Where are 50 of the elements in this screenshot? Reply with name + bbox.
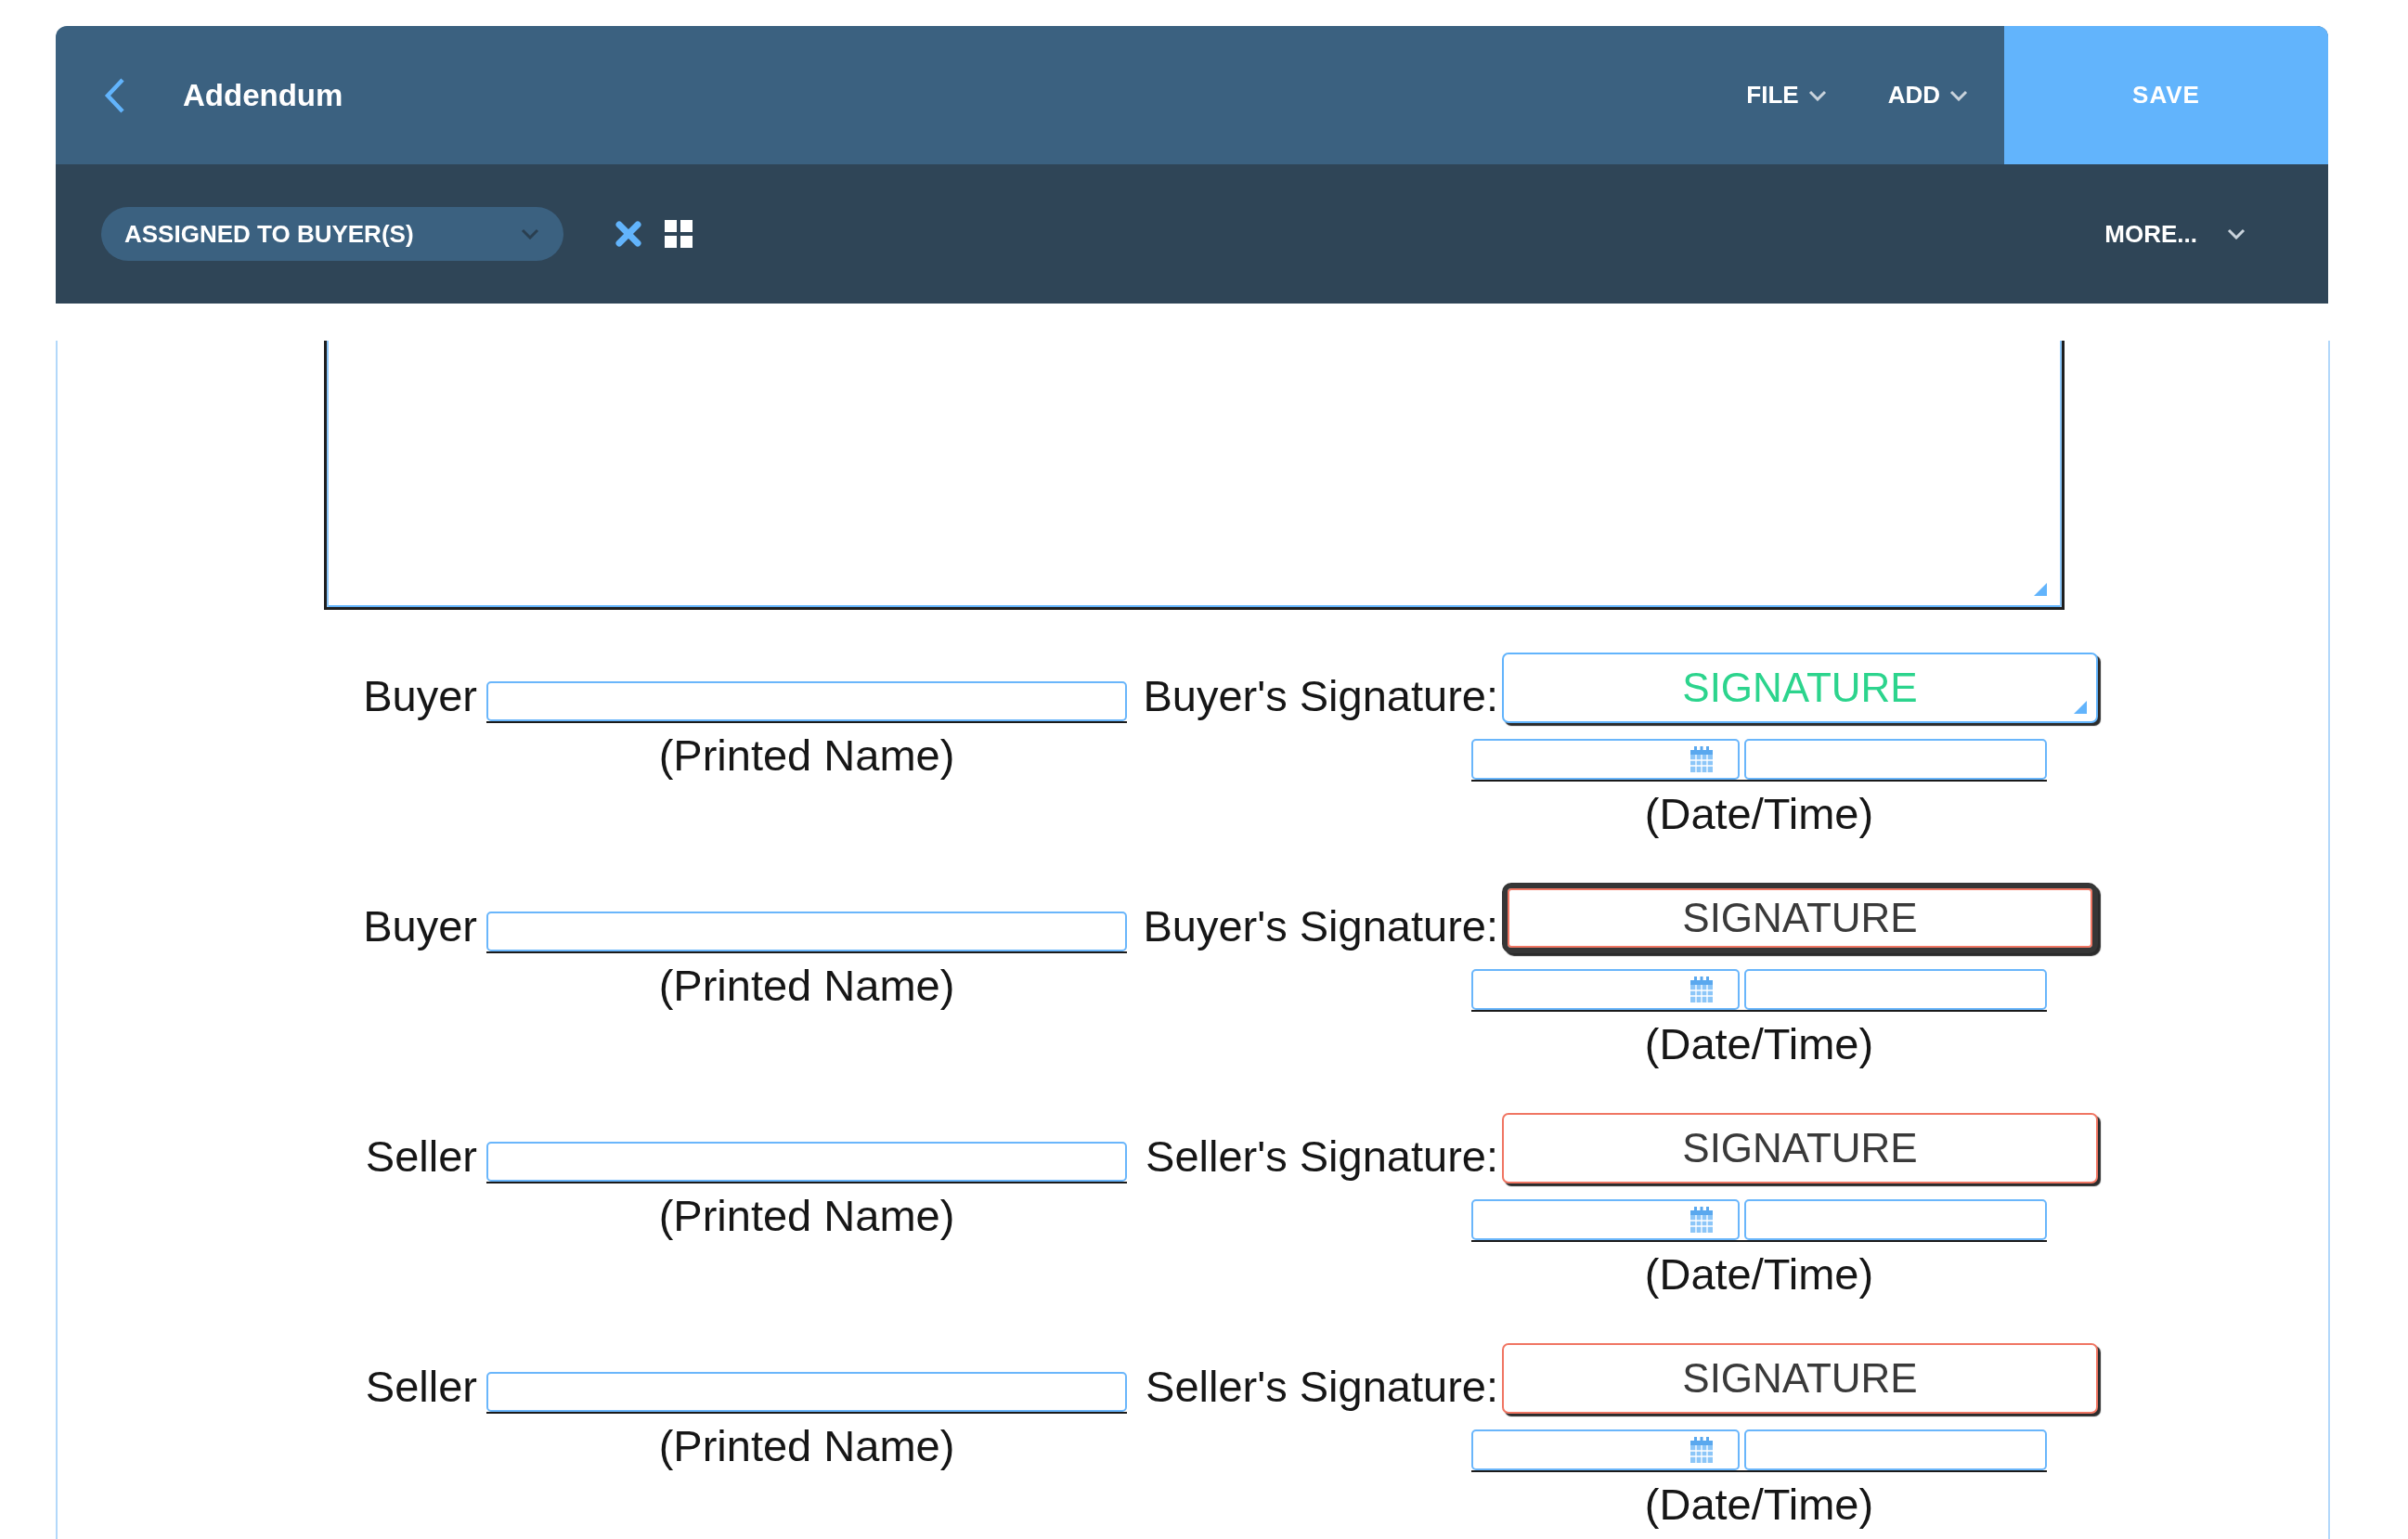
more-menu-button[interactable]: MORE...: [2104, 219, 2246, 249]
signature-label: Seller's Signature:: [1146, 1132, 1498, 1182]
date-time-caption: (Date/Time): [1644, 1249, 1874, 1300]
time-field[interactable]: [1744, 739, 2047, 780]
chevron-down-icon: [2227, 228, 2246, 239]
resize-handle-icon[interactable]: [2074, 701, 2087, 714]
printed-name-field[interactable]: [486, 912, 1127, 951]
signature-label: Buyer's Signature:: [1143, 671, 1498, 721]
signature-label: Buyer's Signature:: [1143, 901, 1498, 951]
printed-name-field[interactable]: [486, 1372, 1127, 1412]
party-label: Seller: [365, 1132, 477, 1182]
signature-label: Seller's Signature:: [1146, 1362, 1498, 1412]
time-field[interactable]: [1744, 1429, 2047, 1470]
date-time-caption: (Date/Time): [1644, 1019, 1874, 1069]
resize-handle-icon[interactable]: [2034, 583, 2047, 596]
signature-button[interactable]: SIGNATURE: [1502, 1113, 2098, 1183]
printed-name-caption: (Printed Name): [658, 1421, 955, 1471]
date-field[interactable]: [1471, 1429, 1740, 1470]
printed-name-caption: (Printed Name): [658, 1191, 955, 1241]
date-field[interactable]: [1471, 739, 1740, 780]
text-area-field[interactable]: [324, 341, 2065, 610]
signature-button[interactable]: SIGNATURE: [1502, 883, 2098, 953]
signature-button[interactable]: SIGNATURE: [1502, 1343, 2098, 1414]
date-time-caption: (Date/Time): [1644, 1480, 1874, 1530]
date-field[interactable]: [1471, 969, 1740, 1010]
date-field[interactable]: [1471, 1199, 1740, 1240]
party-label: Seller: [365, 1362, 477, 1412]
printed-name-field[interactable]: [486, 681, 1127, 721]
chevron-left-icon[interactable]: [104, 76, 126, 114]
close-icon[interactable]: [615, 220, 642, 248]
chevron-down-icon: [1807, 89, 1827, 101]
calendar-icon: [1689, 745, 1714, 773]
menu-button[interactable]: ADD: [1887, 81, 1968, 110]
calendar-icon: [1689, 976, 1714, 1003]
menu-button[interactable]: FILE: [1746, 81, 1827, 110]
printed-name-field[interactable]: [486, 1142, 1127, 1182]
calendar-icon: [1689, 1206, 1714, 1234]
printed-name-caption: (Printed Name): [658, 731, 955, 781]
calendar-icon: [1689, 1436, 1714, 1464]
chevron-down-icon: [521, 228, 539, 239]
chevron-down-icon: [1949, 89, 1968, 101]
page-title: Addendum: [183, 77, 343, 113]
time-field[interactable]: [1744, 1199, 2047, 1240]
date-time-caption: (Date/Time): [1644, 789, 1874, 839]
time-field[interactable]: [1744, 969, 2047, 1010]
printed-name-caption: (Printed Name): [658, 961, 955, 1011]
party-label: Buyer: [363, 671, 477, 721]
grid-icon[interactable]: [665, 220, 693, 248]
assignment-dropdown[interactable]: ASSIGNED TO BUYER(S): [101, 207, 563, 261]
party-label: Buyer: [363, 901, 477, 951]
